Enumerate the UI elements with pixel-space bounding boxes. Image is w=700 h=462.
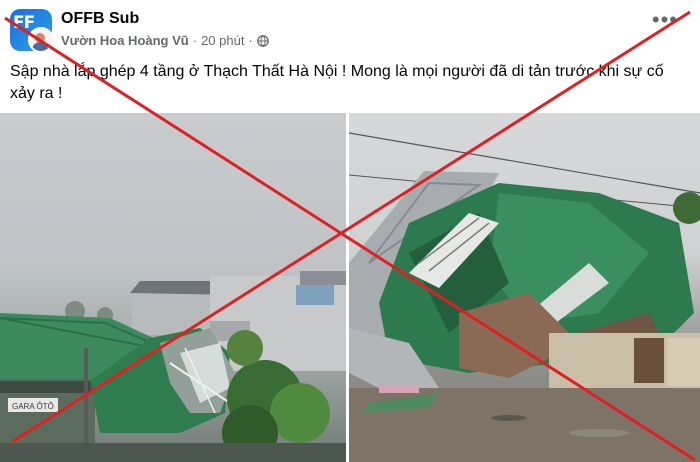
post-time[interactable]: 20 phút: [201, 33, 244, 48]
meta-separator: ·: [192, 33, 198, 48]
post-text: Sập nhà lắp ghép 4 tầng ở Thạch Thất Hà …: [10, 63, 664, 102]
post-meta: Vườn Hoa Hoàng Vũ · 20 phút ·: [61, 33, 269, 48]
collapsed-structure-scene: [349, 132, 700, 462]
photo-left[interactable]: GARA ÔTÔ: [0, 113, 346, 462]
collapsed-roof-scene: GARA ÔTÔ: [0, 271, 346, 462]
author-name[interactable]: Vườn Hoa Hoàng Vũ: [61, 33, 189, 48]
more-options-icon[interactable]: •••: [652, 9, 678, 31]
post-header: FF OFFB Sub Vườn Hoa Hoàng Vũ · 20 phút …: [0, 0, 700, 56]
sign-text: GARA ÔTÔ: [12, 402, 54, 411]
globe-icon[interactable]: [256, 34, 269, 47]
profile-badge: [28, 27, 52, 51]
page-name[interactable]: OFFB Sub: [61, 10, 139, 28]
meta-separator-2: ·: [248, 33, 253, 48]
photo-right[interactable]: [349, 113, 700, 462]
page-avatar[interactable]: FF: [10, 9, 52, 51]
